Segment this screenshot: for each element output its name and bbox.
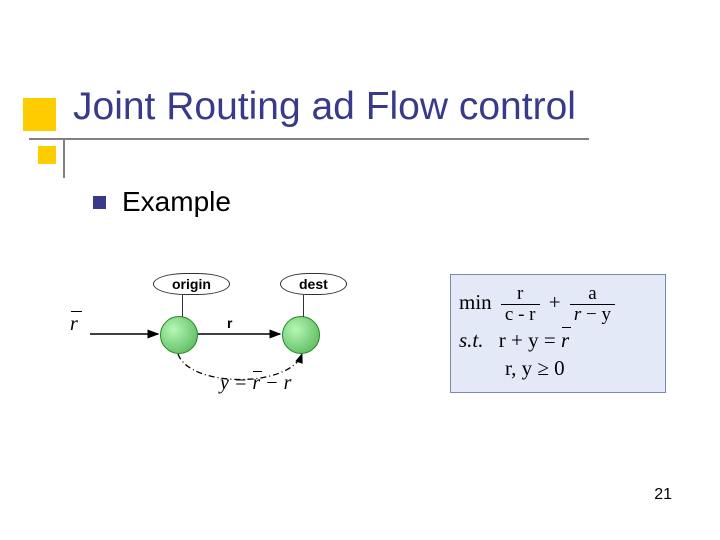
callout-origin: origin xyxy=(153,273,230,295)
accent-square-small xyxy=(38,146,56,164)
overflow-equation: y = r − r xyxy=(220,372,291,395)
bullet-icon xyxy=(93,196,106,209)
node-dest xyxy=(282,316,320,354)
title-block: Joint Routing ad Flow control xyxy=(0,86,720,166)
formula-constraint-2: r, y ≥ 0 xyxy=(459,356,657,381)
page-number: 21 xyxy=(654,486,672,504)
node-origin xyxy=(160,316,198,354)
formula-objective: min r c - r + a r − y xyxy=(459,284,657,325)
bullet-row: Example xyxy=(93,186,231,218)
network-diagram: r origin dest r y = r − r xyxy=(70,270,410,380)
edge-label-r: r xyxy=(227,315,232,331)
title-sideline xyxy=(63,138,65,178)
formula-constraint-1: s.t. r + y = r xyxy=(459,328,657,353)
accent-square-large xyxy=(23,98,56,131)
callout-dest: dest xyxy=(280,273,347,295)
bullet-text: Example xyxy=(122,186,231,218)
formula-box: min r c - r + a r − y s.t. r + y = r r, … xyxy=(450,274,666,393)
leader-origin xyxy=(182,295,183,317)
slide-title: Joint Routing ad Flow control xyxy=(73,85,576,129)
leader-dest xyxy=(303,295,304,317)
title-underline xyxy=(29,138,589,140)
